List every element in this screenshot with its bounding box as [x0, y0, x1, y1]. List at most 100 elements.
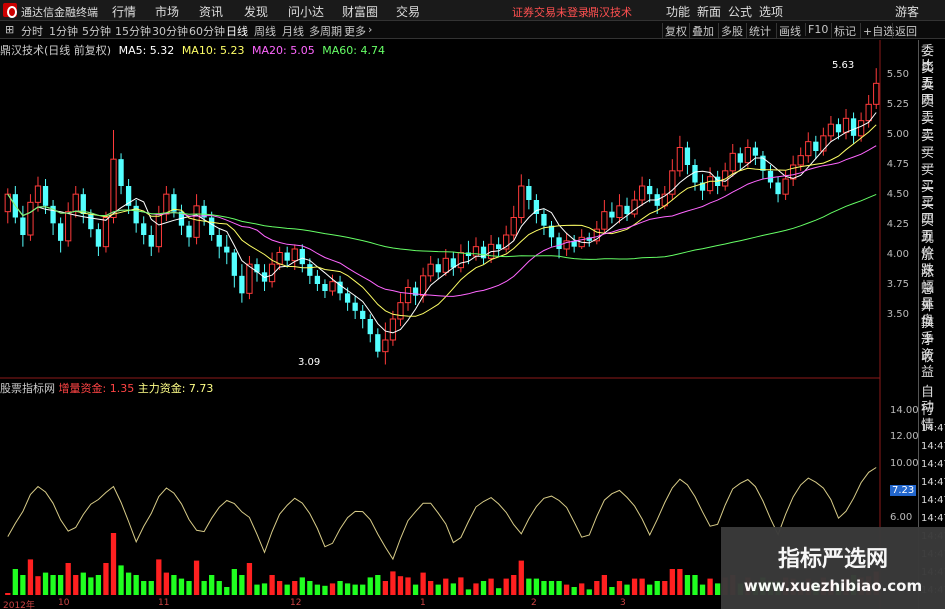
high-annotation: 5.63 — [832, 60, 855, 71]
period-tab[interactable]: 1分钟 — [49, 23, 78, 39]
candle-body — [442, 257, 449, 273]
sub-bar — [609, 587, 615, 595]
sub-legend: 股票指标网 增量资金: 1.35 主力资金: 7.73 — [0, 380, 213, 395]
menu-zixun[interactable]: 资讯 — [199, 3, 223, 20]
candle-body — [609, 211, 615, 218]
candle-body — [397, 302, 404, 320]
candle-body — [676, 147, 684, 172]
tool-fanhui[interactable]: 返回 — [892, 23, 919, 39]
candle-body — [526, 186, 532, 200]
menu-jiaoyi[interactable]: 交易 — [396, 3, 420, 20]
sub-bar — [133, 575, 139, 595]
tool-fuquan[interactable]: 复权 — [662, 23, 689, 39]
sub-bar — [495, 588, 502, 595]
sub-bar — [141, 581, 147, 595]
sub-tick: 10.00 — [890, 458, 919, 469]
candle-body — [307, 264, 313, 276]
candle-body — [744, 147, 751, 164]
period-tab[interactable]: 月线 — [282, 23, 304, 39]
menu-xinmian[interactable]: 新面 — [697, 3, 721, 20]
menu-gongneng[interactable]: 功能 — [666, 3, 690, 20]
candle-body — [404, 287, 412, 304]
menu-gongshi[interactable]: 公式 — [728, 3, 752, 20]
sub-bar — [186, 581, 192, 595]
x-label: 3 — [620, 598, 626, 608]
period-tab[interactable]: 周线 — [254, 23, 276, 39]
menu-wenxiaoda[interactable]: 问小达 — [288, 3, 324, 20]
sub-bar — [397, 576, 404, 595]
tool-duogu[interactable]: 多股 — [718, 23, 745, 39]
tool-tongji[interactable]: 统计 — [746, 23, 773, 39]
sub-bar — [65, 563, 71, 595]
candle-body — [322, 284, 328, 291]
login-notice[interactable]: 证券交易未登录 — [512, 4, 589, 20]
candle-body — [352, 302, 358, 311]
tool-diejia[interactable]: 叠加 — [689, 23, 716, 39]
period-tab-active[interactable]: 日线 — [226, 23, 248, 39]
menu-faxian[interactable]: 发现 — [244, 3, 268, 20]
sub-bar — [103, 563, 109, 595]
legend-ma5: MA5: 5.32 — [118, 44, 175, 57]
candle-body — [495, 244, 502, 249]
sub-bar — [601, 575, 608, 595]
sub-bar — [541, 581, 547, 595]
sub-bar — [503, 578, 509, 595]
sub-bar — [647, 584, 653, 595]
sub-bar — [314, 584, 321, 595]
x-label: 1 — [420, 598, 426, 608]
candle-body — [692, 165, 698, 183]
period-tab[interactable]: 5分钟 — [82, 23, 111, 39]
candle-body — [284, 252, 290, 261]
chart-title: 鼎汉技术(日线 前复权) — [0, 44, 112, 57]
candle-body — [813, 141, 819, 151]
period-tab-more[interactable]: 更多 — [344, 23, 366, 39]
candle-body — [344, 293, 351, 303]
menu-xuanxiang[interactable]: 选项 — [759, 3, 783, 20]
period-tab[interactable]: 多周期 — [309, 23, 342, 39]
period-tab[interactable]: 15分钟 — [115, 23, 151, 39]
candle-body — [797, 155, 804, 166]
sub-bar — [307, 581, 313, 595]
price-tick: 3.50 — [886, 309, 909, 320]
watermark-title: 指标严选网 — [777, 547, 888, 572]
kline-chart[interactable] — [0, 40, 918, 609]
ma60-line — [7, 193, 877, 260]
guest-label[interactable]: 游客 — [895, 3, 919, 20]
tool-zixuan[interactable]: +自选 — [860, 23, 896, 39]
candle-body — [435, 264, 441, 273]
candle-body — [329, 281, 336, 292]
sub-bar — [563, 584, 570, 595]
tool-huaxian[interactable]: 画线 — [776, 23, 803, 39]
sub-bar — [35, 576, 41, 595]
menu-caifuquan[interactable]: 财富圈 — [342, 3, 378, 20]
sub-bar — [5, 593, 11, 595]
menu-shichang[interactable]: 市场 — [155, 3, 179, 20]
candle-body — [216, 235, 222, 247]
sub-bar — [292, 581, 298, 595]
sub-bar — [276, 581, 283, 595]
side-panel-tick: 14:47 — [921, 459, 945, 470]
chevron-right-icon[interactable]: › — [368, 23, 372, 36]
sub-bar — [639, 578, 645, 595]
main-legend: 鼎汉技术(日线 前复权) MA5: 5.32 MA10: 5.23 MA20: … — [0, 42, 389, 57]
candle-body — [775, 182, 781, 195]
candle-body — [224, 246, 230, 253]
candle-body — [631, 199, 638, 215]
menu-hangqing[interactable]: 行情 — [112, 3, 136, 20]
period-tab[interactable]: 分时 — [21, 23, 43, 39]
sub-bar — [654, 581, 660, 595]
candle-body — [193, 205, 200, 238]
period-tab[interactable]: 60分钟 — [189, 23, 225, 39]
candle-body — [367, 319, 373, 335]
tool-biaoji[interactable]: 标记 — [831, 23, 858, 39]
tool-f10[interactable]: F10 — [805, 23, 830, 36]
period-tab[interactable]: ⊞ — [5, 23, 14, 36]
sub-bar — [110, 533, 117, 595]
sub-bar — [73, 575, 79, 595]
legend-ma20: MA20: 5.05 — [252, 44, 315, 57]
sub-chart-title: 股票指标网 — [0, 382, 55, 395]
side-panel-tick: 14:47 — [921, 441, 945, 452]
period-tab[interactable]: 30分钟 — [152, 23, 188, 39]
sub-bar — [224, 587, 230, 595]
sub-bar — [526, 578, 532, 595]
